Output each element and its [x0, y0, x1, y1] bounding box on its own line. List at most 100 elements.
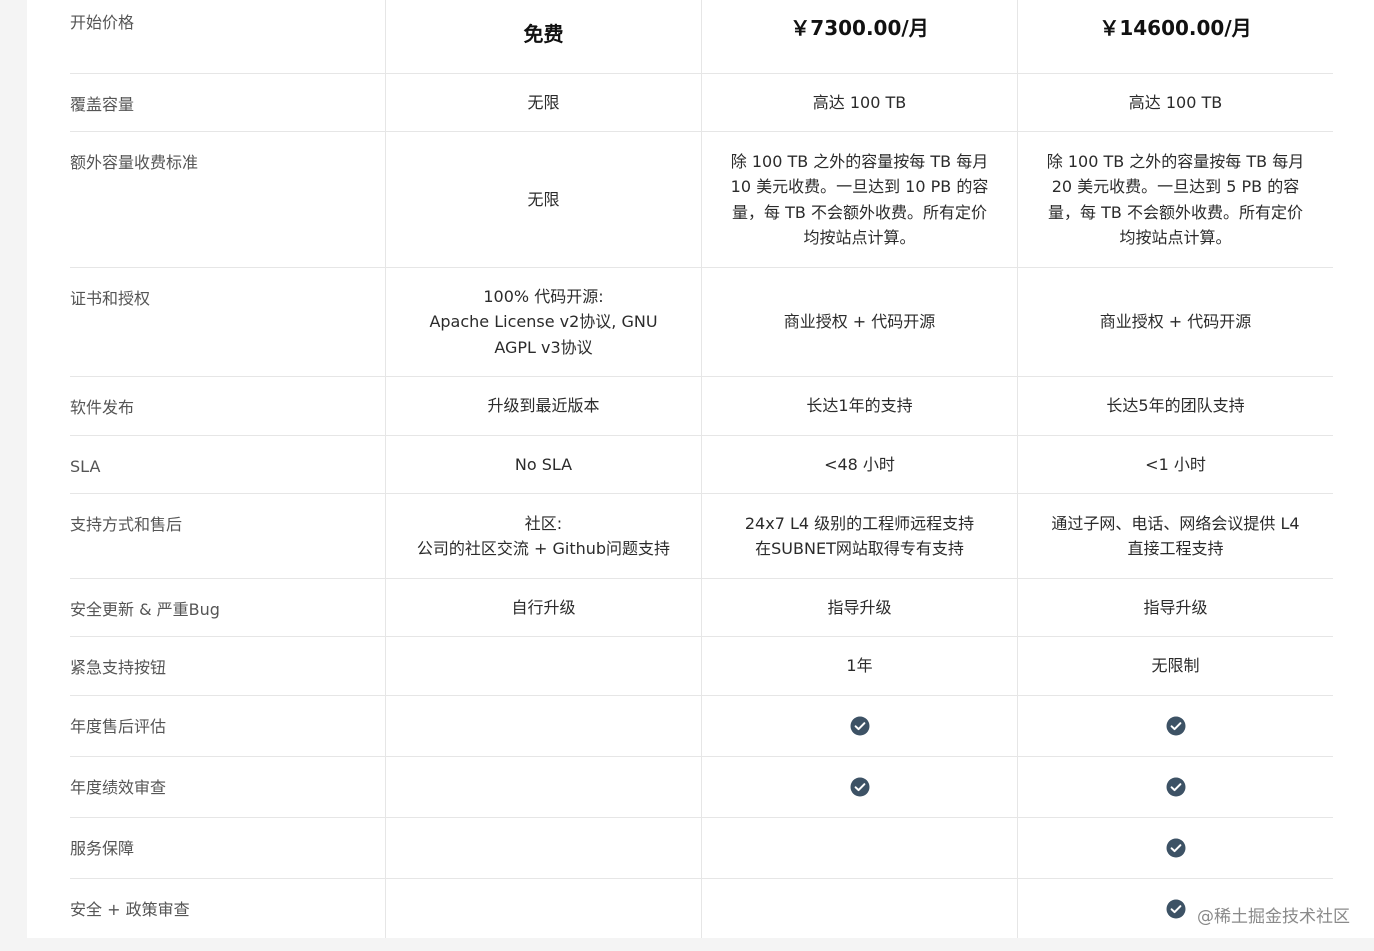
- plan-1-cell: [385, 637, 701, 695]
- plan-value: 无限: [527, 92, 560, 112]
- plan-2-cell: 商业授权 + 代码开源: [701, 268, 1017, 376]
- plan-1-cell: 无限: [385, 132, 701, 267]
- page-left-margin: [0, 0, 27, 951]
- plan-1-cell: 升级到最近版本: [385, 377, 701, 435]
- plan-2-cell: 高达 100 TB: [701, 74, 1017, 131]
- plan-1-cell: 社区: 公司的社区交流 + Github问题支持: [385, 494, 701, 578]
- row-label: 紧急支持按钮: [70, 658, 167, 677]
- plan-3-cell: [1017, 818, 1333, 878]
- plan-value: 无限制: [1151, 656, 1200, 676]
- check-circle-icon: [1166, 777, 1185, 797]
- table-row: 安全 + 政策审查: [70, 879, 1333, 938]
- plan-2-cell: [701, 696, 1017, 756]
- plan-3-cell: 指导升级: [1017, 579, 1333, 636]
- table-row: SLA No SLA <48 小时 <1 小时: [70, 436, 1333, 494]
- row-label: SLA: [70, 457, 101, 476]
- plan-1-cell: 免费: [385, 0, 701, 73]
- plan-value: <48 小时: [824, 454, 895, 474]
- plan-value: 高达 100 TB: [1128, 92, 1223, 112]
- plan-value: 除 100 TB 之外的容量按每 TB 每月 20 美元收费。一旦达到 5 PB…: [1046, 151, 1305, 248]
- plan-value: 商业授权 + 代码开源: [783, 312, 936, 332]
- plan-value: 指导升级: [827, 597, 892, 617]
- table-row: 年度绩效审查: [70, 757, 1333, 818]
- plan-1-cell: 100% 代码开源: Apache License v2协议, GNU AGPL…: [385, 268, 701, 376]
- plan-value: 长达5年的团队支持: [1106, 396, 1245, 416]
- plan-value: 高达 100 TB: [812, 92, 907, 112]
- plan-1-cell: [385, 818, 701, 878]
- plan-3-cell: 长达5年的团队支持: [1017, 377, 1333, 435]
- plan-2-cell: [701, 818, 1017, 878]
- plan-value: 升级到最近版本: [487, 396, 600, 416]
- plan-3-cell: 通过子网、电话、网络会议提供 L4 直接工程支持: [1017, 494, 1333, 578]
- site-watermark: @稀土掘金技术社区: [1197, 907, 1350, 927]
- page-bottom-margin: [27, 938, 1374, 951]
- table-row: 额外容量收费标准无限 除 100 TB 之外的容量按每 TB 每月 10 美元收费…: [70, 132, 1333, 268]
- plan-2-cell: <48 小时: [701, 436, 1017, 493]
- table-row: 软件发布 升级到最近版本 长达1年的支持 长达5年的团队支持: [70, 377, 1333, 436]
- plan-2-cell: [701, 757, 1017, 817]
- row-label: 年度售后评估: [70, 717, 167, 736]
- plan-2-cell: 除 100 TB 之外的容量按每 TB 每月 10 美元收费。一旦达到 10 P…: [701, 132, 1017, 267]
- table-row: 证书和授权 100% 代码开源: Apache License v2协议, GNU…: [70, 268, 1333, 377]
- plan-value: 无限: [527, 189, 560, 209]
- plan-value: 社区: 公司的社区交流 + Github问题支持: [416, 513, 671, 559]
- plan-value: 24x7 L4 级别的工程师远程支持 在SUBNET网站取得专有支持: [744, 513, 975, 559]
- plan-3-cell: 高达 100 TB: [1017, 74, 1333, 131]
- plan-3-cell: 商业授权 + 代码开源: [1017, 268, 1333, 376]
- plan-2-cell: 指导升级: [701, 579, 1017, 636]
- check-circle-icon: [850, 777, 869, 797]
- table-row: 支持方式和售后 社区: 公司的社区交流 + Github问题支持 24x7 L4 级…: [70, 494, 1333, 579]
- plan-2-cell: ￥7300.00/月: [701, 0, 1017, 73]
- plan-3-cell: 除 100 TB 之外的容量按每 TB 每月 20 美元收费。一旦达到 5 PB…: [1017, 132, 1333, 267]
- row-label: 年度绩效审查: [70, 778, 167, 797]
- plan-value: 通过子网、电话、网络会议提供 L4 直接工程支持: [1051, 513, 1300, 559]
- row-label: 额外容量收费标准: [70, 153, 199, 172]
- row-label: 覆盖容量: [70, 95, 135, 114]
- plan-3-cell: ￥14600.00/月: [1017, 0, 1333, 73]
- check-circle-icon: [1166, 899, 1185, 918]
- plan-value: 除 100 TB 之外的容量按每 TB 每月 10 美元收费。一旦达到 10 P…: [730, 151, 989, 248]
- row-label: 安全 + 政策审查: [70, 900, 190, 919]
- plan-1-cell: [385, 879, 701, 938]
- row-label: 安全更新 & 严重Bug: [70, 600, 220, 619]
- plan-value: 商业授权 + 代码开源: [1099, 312, 1252, 332]
- plan-price: ￥14600.00/月: [1099, 16, 1252, 40]
- row-label: 支持方式和售后: [70, 515, 183, 534]
- plan-value: No SLA: [514, 454, 573, 474]
- plan-value: 1年: [846, 656, 873, 676]
- plan-price: 免费: [523, 22, 564, 46]
- plan-3-cell: [1017, 696, 1333, 756]
- plan-value: 100% 代码开源: Apache License v2协议, GNU AGPL…: [429, 286, 658, 357]
- plan-2-cell: 1年: [701, 637, 1017, 695]
- pricing-comparison-page: 开始价格 免费 ￥7300.00/月 ￥14600.00/月 覆盖容量 无限 高达 100 …: [27, 0, 1374, 938]
- table-row: 开始价格 免费 ￥7300.00/月 ￥14600.00/月: [70, 0, 1333, 74]
- table-row: 覆盖容量 无限 高达 100 TB 高达 100 TB: [70, 74, 1333, 132]
- check-circle-icon: [1166, 716, 1185, 736]
- table-row: 年度售后评估: [70, 696, 1333, 757]
- row-label: 证书和授权: [70, 289, 151, 308]
- row-label: 服务保障: [70, 839, 135, 858]
- plan-1-cell: [385, 696, 701, 756]
- plan-price: ￥7300.00/月: [790, 16, 929, 40]
- table-row: 紧急支持按钮 1年 无限制: [70, 637, 1333, 696]
- check-circle-icon: [1166, 838, 1185, 858]
- plan-3-cell: [1017, 757, 1333, 817]
- row-label: 开始价格: [70, 13, 135, 32]
- plan-value: <1 小时: [1145, 454, 1206, 474]
- plan-3-cell: <1 小时: [1017, 436, 1333, 493]
- plan-1-cell: 自行升级: [385, 579, 701, 636]
- plan-2-cell: [701, 879, 1017, 938]
- plan-value: 指导升级: [1143, 597, 1208, 617]
- plan-value: 自行升级: [511, 597, 576, 617]
- plan-1-cell: 无限: [385, 74, 701, 131]
- check-circle-icon: [850, 716, 869, 736]
- plan-2-cell: 长达1年的支持: [701, 377, 1017, 435]
- table-row: 安全更新 & 严重Bug 自行升级 指导升级 指导升级: [70, 579, 1333, 637]
- row-label: 软件发布: [70, 398, 135, 417]
- plan-3-cell: 无限制: [1017, 637, 1333, 695]
- plan-1-cell: [385, 757, 701, 817]
- plan-2-cell: 24x7 L4 级别的工程师远程支持 在SUBNET网站取得专有支持: [701, 494, 1017, 578]
- plan-1-cell: No SLA: [385, 436, 701, 493]
- table-row: 服务保障: [70, 818, 1333, 879]
- plan-value: 长达1年的支持: [806, 396, 913, 416]
